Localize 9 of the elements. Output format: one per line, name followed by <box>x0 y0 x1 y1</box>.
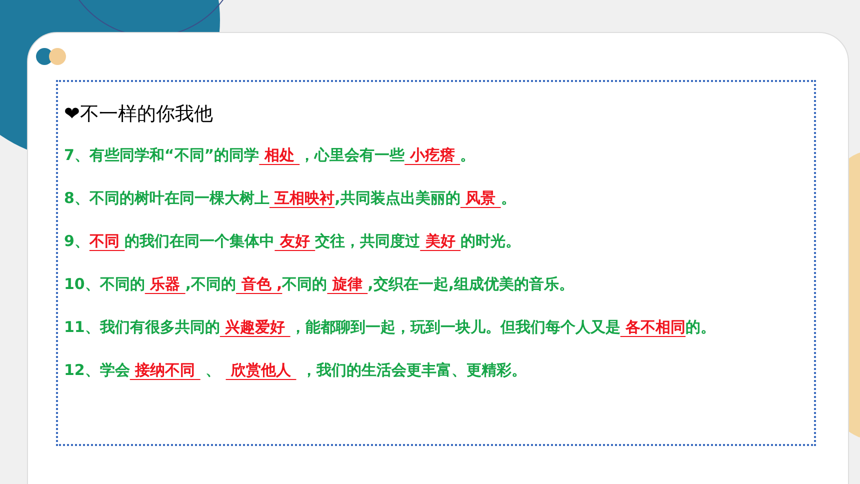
fill-in-sentence: 12、学会 接纳不同 、 欣赏他人 ，我们的生活会更丰富、更精彩。 <box>64 360 528 381</box>
fill-in-sentence: 11、我们有很多共同的 兴趣爱好 ，能都聊到一起，玩到一块儿。但我们每个人又是 各不相同的。 <box>64 317 717 338</box>
section-heading: ❤不一样的你我他 <box>64 102 214 127</box>
dot-icon <box>49 48 66 65</box>
fill-in-sentence: 10、不同的 乐器 ,不同的 音色 ,不同的 旋律 ,交织在一起,组成优美的音乐。 <box>64 274 576 295</box>
fill-in-sentence: 7、有些同学和“不同”的同学 相处 ，心里会有一些 小疙瘩 。 <box>64 145 476 166</box>
fill-in-sentence: 8、不同的树叶在同一棵大树上 互相映衬,共同装点出美丽的 风景 。 <box>64 188 517 209</box>
dot-icon <box>36 48 53 65</box>
fill-in-sentence: 9、不同 的我们在同一个集体中 友好 交往，共同度过 美好 的时光。 <box>64 231 522 252</box>
